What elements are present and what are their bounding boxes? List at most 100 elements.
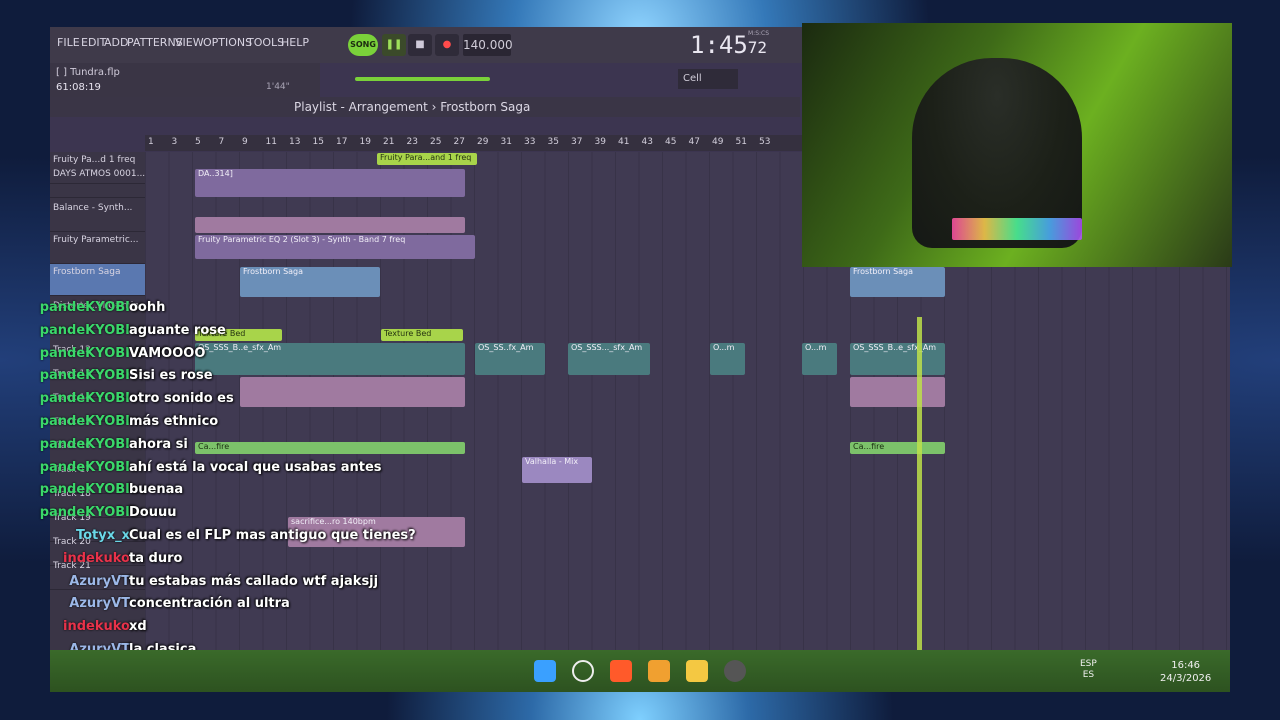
chat-text: ta duro [129, 550, 183, 566]
chat-message: Totyx_x Cual es el FLP mas antiguo que ti… [40, 528, 440, 550]
windows-start-icon[interactable] [534, 660, 556, 682]
chat-username: pandeKYOBI [39, 414, 130, 429]
ruler-tick: 51 [735, 137, 747, 147]
chat-text: ahora si [129, 436, 188, 452]
ruler-tick: 3 [171, 137, 178, 147]
chat-message: pandeKYOBI ahí está la vocal que usabas a… [40, 460, 440, 482]
playhead[interactable] [917, 317, 922, 650]
play-button[interactable]: ❚❚ [382, 34, 406, 56]
ruler-tick: 11 [265, 137, 277, 147]
ruler-tick: 15 [312, 137, 324, 147]
chat-text: Cual es el FLP mas antiguo que tienes? [129, 528, 416, 543]
track-header[interactable]: DAYS ATMOS 0001... [50, 166, 145, 198]
ruler-tick: 33 [524, 137, 536, 147]
chat-message: pandeKYOBI aguante rose [40, 323, 440, 345]
track-name: DAYS ATMOS 0001... [53, 169, 146, 179]
chat-text: buenaa [129, 482, 184, 498]
ruler-tick: 5 [195, 137, 201, 147]
ruler-tick: 7 [218, 137, 225, 147]
track-header[interactable]: Frostborn Saga [50, 264, 145, 296]
chat-text: oohh [129, 300, 166, 315]
time-unit-label: M:S:CS [748, 30, 770, 37]
ruler-tick: 43 [641, 137, 653, 147]
automation-clip[interactable]: Fruity Para...and 1 freq [377, 153, 477, 165]
chat-text: xd [129, 619, 147, 635]
audio-clip[interactable]: O...m [802, 343, 837, 375]
audio-clip[interactable]: Frostborn Saga [850, 267, 945, 297]
stop-button[interactable]: ■ [408, 34, 432, 56]
audio-clip[interactable]: Ca...fire [850, 442, 945, 454]
obs-icon[interactable] [724, 660, 746, 682]
lang-secondary: ES [1082, 670, 1095, 680]
ruler-tick: 17 [336, 137, 348, 147]
menu-edit[interactable]: EDIT [81, 36, 106, 49]
chat-text: concentración al ultra [129, 596, 290, 612]
ruler-tick: 9 [242, 137, 248, 147]
system-clock[interactable]: 16:46 24/3/2026 [1160, 659, 1211, 685]
menu-tools[interactable]: TOOLS [247, 36, 284, 49]
time-sub: 72 [747, 38, 768, 57]
audio-clip[interactable]: OS_SSS_B..e_sfx_Am [850, 343, 945, 375]
current-pattern[interactable]: Frostborn Saga [440, 100, 530, 114]
audio-clip[interactable]: Frostborn Saga [240, 267, 380, 297]
master-volume-slider[interactable] [355, 77, 490, 81]
chat-message: AzuryVT tu estabas más callado wtf ajaksj… [40, 574, 440, 596]
chat-username: pandeKYOBI [39, 459, 130, 475]
audio-clip[interactable] [850, 377, 945, 407]
playlist-breadcrumb: Playlist - Arrangement › Frostborn Saga [294, 100, 531, 114]
record-button[interactable]: ● [435, 34, 459, 56]
ruler-tick: 53 [759, 137, 771, 147]
search-icon[interactable] [572, 660, 594, 682]
audio-clip[interactable]: DA..314] [195, 169, 465, 197]
tempo-display[interactable]: 140.000 [463, 34, 513, 56]
menu-help[interactable]: HELP [281, 36, 309, 49]
snap-select[interactable]: Cell [678, 69, 738, 89]
file-name: [ ] Tundra.flp [56, 67, 120, 78]
ruler-tick: 23 [406, 137, 418, 147]
ruler-tick: 45 [665, 137, 677, 147]
audio-clip[interactable]: OS_SSS..._sfx_Am [568, 343, 650, 375]
chat-message: pandeKYOBI otro sonido es [40, 391, 440, 413]
lang-primary: ESP [1080, 659, 1097, 669]
brave-browser-icon[interactable] [610, 660, 632, 682]
menu-options[interactable]: OPTIONS [203, 36, 252, 49]
track-header[interactable]: Balance - Synth... [50, 200, 145, 232]
chat-message: pandeKYOBI oohh [40, 300, 440, 322]
chat-username: pandeKYOBI [39, 345, 130, 361]
chat-text: más ethnico [129, 414, 219, 429]
audio-clip[interactable]: Valhalla - Mix [522, 457, 592, 483]
ruler-tick: 1 [148, 137, 154, 147]
chat-text: aguante rose [129, 322, 226, 338]
chat-text: Sisi es rose [129, 368, 213, 384]
audio-clip[interactable]: OS_SS..fx_Am [475, 343, 545, 375]
chat-message: pandeKYOBI Sisi es rose [40, 368, 440, 390]
taskbar [50, 650, 1230, 692]
file-explorer-icon[interactable] [686, 660, 708, 682]
chat-username: Totyx_x [75, 528, 130, 543]
chat-username: pandeKYOBI [39, 436, 130, 452]
fl-studio-icon[interactable] [648, 660, 670, 682]
menu-add[interactable]: ADD [104, 36, 128, 49]
track-name: Fruity Pa...d 1 freq [53, 155, 136, 165]
ruler-tick: 49 [712, 137, 724, 147]
chat-username: pandeKYOBI [39, 482, 130, 498]
ruler-tick: 27 [453, 137, 465, 147]
time-main: 1:45 [690, 31, 748, 59]
automation-clip[interactable]: Fruity Parametric EQ 2 (Slot 3) - Synth … [195, 235, 475, 259]
audio-clip[interactable] [195, 217, 465, 233]
ruler-tick: 29 [477, 137, 489, 147]
ruler-tick: 31 [500, 137, 512, 147]
file-duration: 1'44" [266, 82, 290, 92]
playlist-title: Playlist - Arrangement [294, 100, 428, 114]
song-mode-button[interactable]: SONG [348, 34, 378, 56]
menu-file[interactable]: FILE [57, 36, 80, 49]
chat-username: pandeKYOBI [39, 505, 130, 521]
chat-message: pandeKYOBI VAMOOOO [40, 346, 440, 368]
track-header[interactable]: Fruity Parametric... [50, 232, 145, 264]
language-indicator[interactable]: ESP ES [1080, 659, 1097, 681]
track-name: Balance - Synth... [53, 203, 133, 213]
clock-time: 16:46 [1171, 660, 1201, 671]
chat-username: pandeKYOBI [39, 300, 130, 315]
menu-view[interactable]: VIEW [175, 36, 204, 49]
audio-clip[interactable]: O...m [710, 343, 745, 375]
